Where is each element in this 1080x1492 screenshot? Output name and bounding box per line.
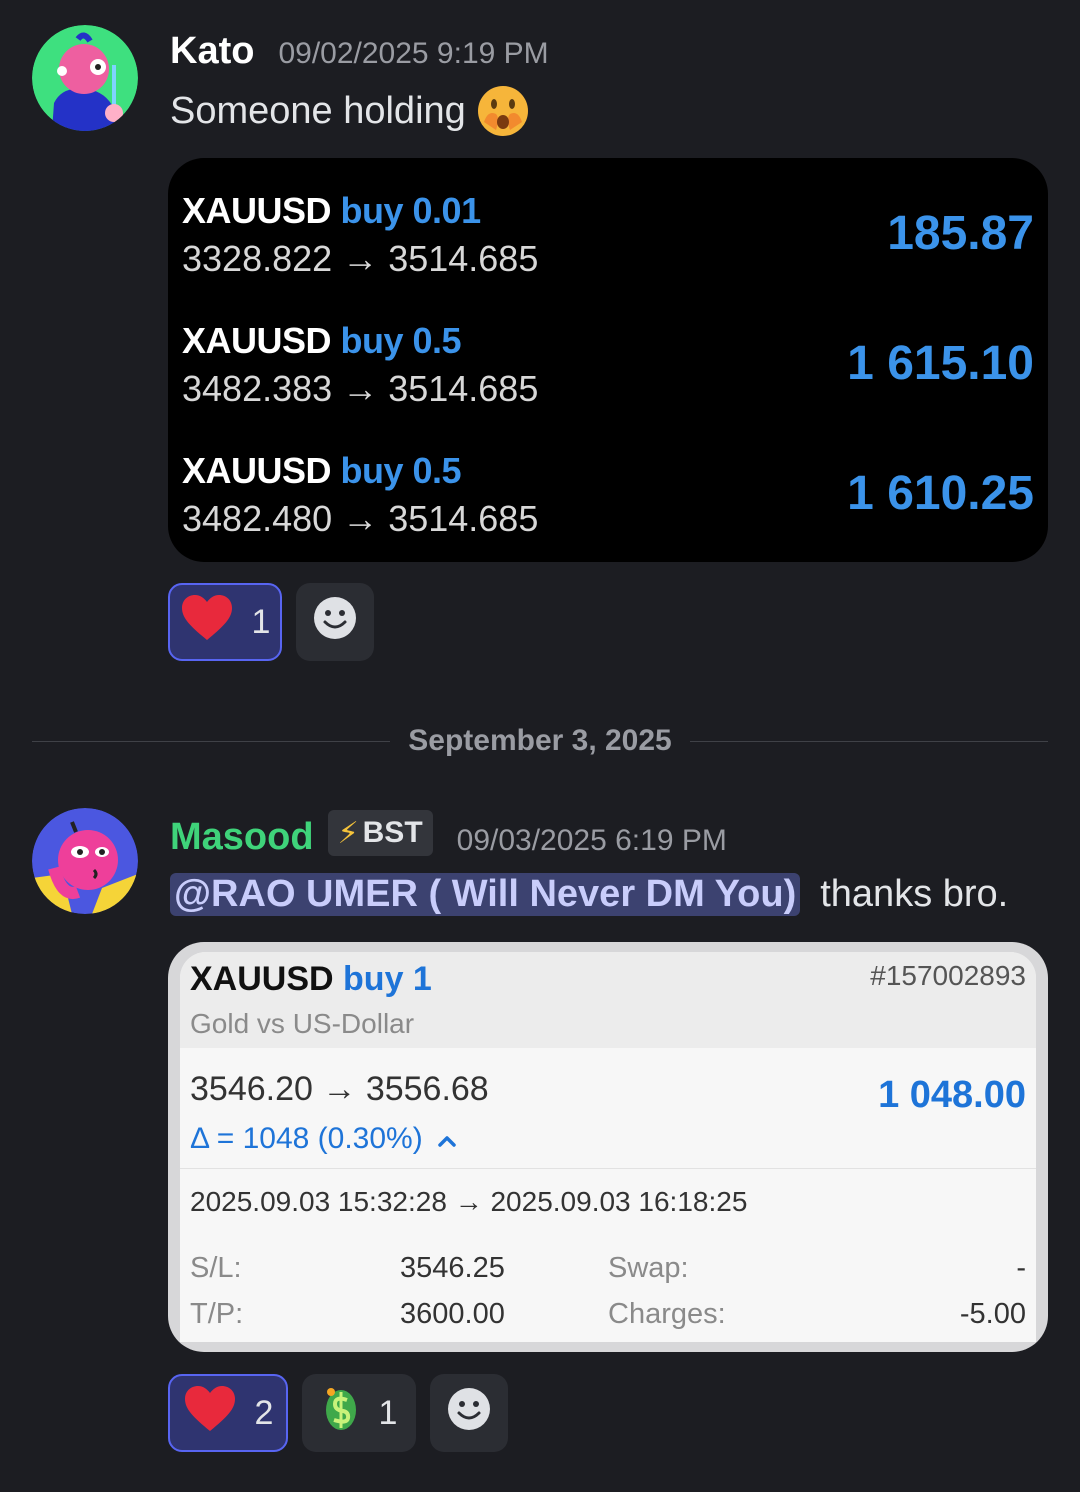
arrow-right-icon: → <box>342 368 379 409</box>
tp-label: T/P: <box>190 1298 244 1330</box>
sl-label: S/L: <box>190 1252 242 1284</box>
arrow-right-icon: → <box>322 1070 357 1108</box>
trade-side: buy 0.5 <box>340 450 462 491</box>
lightning-bolt-icon: ⚡ <box>337 816 359 850</box>
trade-screenshot-image[interactable]: XAUUSD buy 1 #157002893 Gold vs US-Dolla… <box>168 942 1048 1352</box>
username[interactable]: Masood <box>170 816 314 859</box>
user-mention[interactable]: @RAO UMER ( Will Never DM You) <box>170 872 801 916</box>
smiley-face-icon <box>447 1387 491 1440</box>
swap-value: - <box>1016 1252 1026 1284</box>
trade-symbol: XAUUSD <box>182 450 332 491</box>
trade-ticket: #157002893 <box>870 960 1026 991</box>
trade-profit: 1 610.25 <box>847 467 1034 520</box>
date-divider-label: September 3, 2025 <box>408 724 672 757</box>
date-divider: September 3, 2025 <box>32 720 1048 764</box>
reaction-heart-button[interactable]: 2 <box>168 1374 288 1452</box>
reaction-heart-button[interactable]: 1 <box>168 583 282 661</box>
trade-row: XAUUSD buy 0.5 3482.480 → 3514.685 1 610… <box>168 450 1048 562</box>
trade-delta: Δ = 1048 (0.30%) <box>190 1122 423 1155</box>
chevron-up-icon <box>437 1122 457 1156</box>
trade-screenshot-image[interactable]: XAUUSD buy 0.01 3328.822 → 3514.685 185.… <box>168 158 1048 562</box>
timestamp: 09/02/2025 9:19 PM <box>278 37 549 70</box>
trade-symbol: XAUUSD <box>190 960 334 998</box>
trade-side: buy 0.01 <box>340 190 482 231</box>
trade-open-time: 2025.09.03 15:32:28 <box>190 1186 447 1217</box>
avatar-masood[interactable] <box>32 808 138 914</box>
trade-close-price: 3514.685 <box>388 498 539 539</box>
trade-description: Gold vs US-Dollar <box>190 1008 415 1039</box>
timestamp: 09/03/2025 6:19 PM <box>456 824 727 857</box>
trade-open-price: 3328.822 <box>182 238 333 279</box>
add-reaction-button[interactable] <box>296 583 374 661</box>
trade-profit: 1 615.10 <box>847 337 1034 390</box>
server-tag-badge[interactable]: ⚡ BST <box>327 810 433 856</box>
trade-close-price: 3556.68 <box>365 1070 489 1108</box>
arrow-right-icon: → <box>342 498 379 539</box>
heart-icon <box>183 1385 237 1442</box>
trade-close-time: 2025.09.03 16:18:25 <box>490 1186 748 1217</box>
trade-open-price: 3482.480 <box>182 498 333 539</box>
trade-row: XAUUSD buy 0.01 3328.822 → 3514.685 185.… <box>168 190 1048 320</box>
trade-close-price: 3514.685 <box>388 368 539 409</box>
trade-open-price: 3482.383 <box>182 368 333 409</box>
charges-label: Charges: <box>608 1298 726 1330</box>
message-text: thanks bro. <box>820 872 1009 915</box>
face-with-hand-over-mouth-emoji-icon <box>476 84 530 138</box>
trade-row: XAUUSD buy 0.5 3482.383 → 3514.685 1 615… <box>168 320 1048 450</box>
reaction-count: 2 <box>254 1393 274 1432</box>
server-tag-label: BST <box>362 816 423 849</box>
reaction-money-button[interactable]: 1 <box>302 1374 416 1452</box>
username[interactable]: Kato <box>170 30 254 73</box>
trade-symbol: XAUUSD <box>182 320 332 361</box>
avatar-kato[interactable] <box>32 25 138 131</box>
trade-close-price: 3514.685 <box>388 238 539 279</box>
trade-open-price: 3546.20 <box>190 1070 313 1108</box>
arrow-right-icon: → <box>454 1186 483 1217</box>
smiley-face-icon <box>313 596 357 649</box>
trade-symbol: XAUUSD <box>182 190 332 231</box>
sl-value: 3546.25 <box>400 1252 505 1284</box>
trade-profit: 1 048.00 <box>878 1074 1026 1116</box>
money-dollar-icon <box>321 1384 361 1443</box>
trade-profit: 185.87 <box>887 207 1034 260</box>
reaction-count: 1 <box>251 602 271 641</box>
swap-label: Swap: <box>608 1252 689 1284</box>
arrow-right-icon: → <box>342 238 379 279</box>
reaction-count: 1 <box>378 1393 398 1432</box>
trade-side: buy 1 <box>343 960 432 998</box>
heart-icon <box>180 594 234 651</box>
message-text: Someone holding <box>170 89 466 132</box>
trade-side: buy 0.5 <box>340 320 462 361</box>
charges-value: -5.00 <box>959 1298 1026 1330</box>
add-reaction-button[interactable] <box>430 1374 508 1452</box>
tp-value: 3600.00 <box>400 1298 505 1330</box>
